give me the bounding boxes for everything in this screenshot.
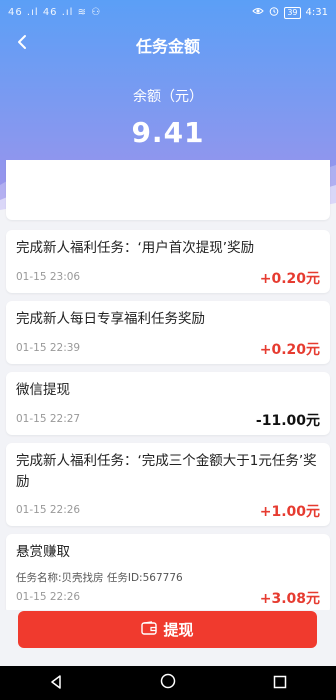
- record-subtitle: 任务名称:贝壳找房 任务ID:567776: [16, 572, 183, 584]
- triangle-back-icon: [49, 674, 63, 693]
- record-list[interactable]: 完成新人福利任务：‘用户首次提现’奖励 01-15 23:06 +0.20元 完…: [0, 160, 336, 610]
- list-item: [6, 160, 330, 220]
- list-item: 微信提现 01-15 22:27 -11.00元: [6, 372, 330, 435]
- record-time: 01-15 23:06: [16, 271, 81, 283]
- record-title: 完成新人每日专享福利任务奖励: [16, 311, 205, 327]
- square-recents-icon: [273, 674, 287, 693]
- record-title: 完成新人福利任务：‘用户首次提现’奖励: [16, 240, 255, 256]
- record-amount: +0.20元: [259, 271, 320, 287]
- record-amount: +3.08元: [259, 591, 320, 607]
- clock-time: 4:31: [305, 7, 328, 18]
- list-item: 完成新人福利任务：‘完成三个金额大于1元任务’奖励 01-15 22:26 +1…: [6, 443, 330, 526]
- list-item: 完成新人每日专享福利任务奖励 01-15 22:39 +0.20元: [6, 301, 330, 364]
- record-amount: -11.00元: [255, 413, 320, 429]
- circle-home-icon: [160, 673, 176, 693]
- system-recents-button[interactable]: [250, 666, 310, 700]
- alarm-icon: [269, 6, 279, 19]
- record-amount: +1.00元: [259, 504, 320, 520]
- record-time: 01-15 22:39: [16, 342, 81, 354]
- record-title: 完成新人福利任务：‘完成三个金额大于1元任务’奖励: [16, 453, 317, 490]
- list-item: 悬赏赚取 任务名称:贝壳找房 任务ID:567776 01-15 22:26 +…: [6, 534, 330, 610]
- withdraw-label: 提现: [163, 621, 194, 639]
- record-title: 微信提现: [16, 382, 70, 398]
- signal-indicators: 46 .ıl 46 .ıl ≋ ⚇: [8, 7, 102, 18]
- eye-icon: [252, 6, 265, 19]
- record-amount: +0.20元: [259, 342, 320, 358]
- record-time: 01-15 22:26: [16, 591, 81, 603]
- system-nav-bar: [0, 666, 336, 700]
- withdraw-button[interactable]: 提现: [18, 611, 317, 648]
- status-right: 39 4:31: [252, 6, 328, 19]
- record-time: 01-15 22:26: [16, 504, 81, 516]
- record-title: 悬赏赚取: [16, 544, 70, 560]
- wallet-icon: [141, 620, 158, 639]
- balance-label: 余额（元）: [133, 89, 203, 105]
- page-title: 任务金额: [135, 37, 200, 56]
- nav-bar: 任务金额: [0, 28, 336, 60]
- record-time: 01-15 22:27: [16, 413, 81, 425]
- system-back-button[interactable]: [26, 666, 86, 700]
- battery-indicator: 39: [284, 6, 301, 19]
- system-home-button[interactable]: [138, 666, 198, 700]
- status-bar: 46 .ıl 46 .ıl ≋ ⚇ 39 4:31: [0, 0, 336, 26]
- list-item: 完成新人福利任务：‘用户首次提现’奖励 01-15 23:06 +0.20元: [6, 230, 330, 293]
